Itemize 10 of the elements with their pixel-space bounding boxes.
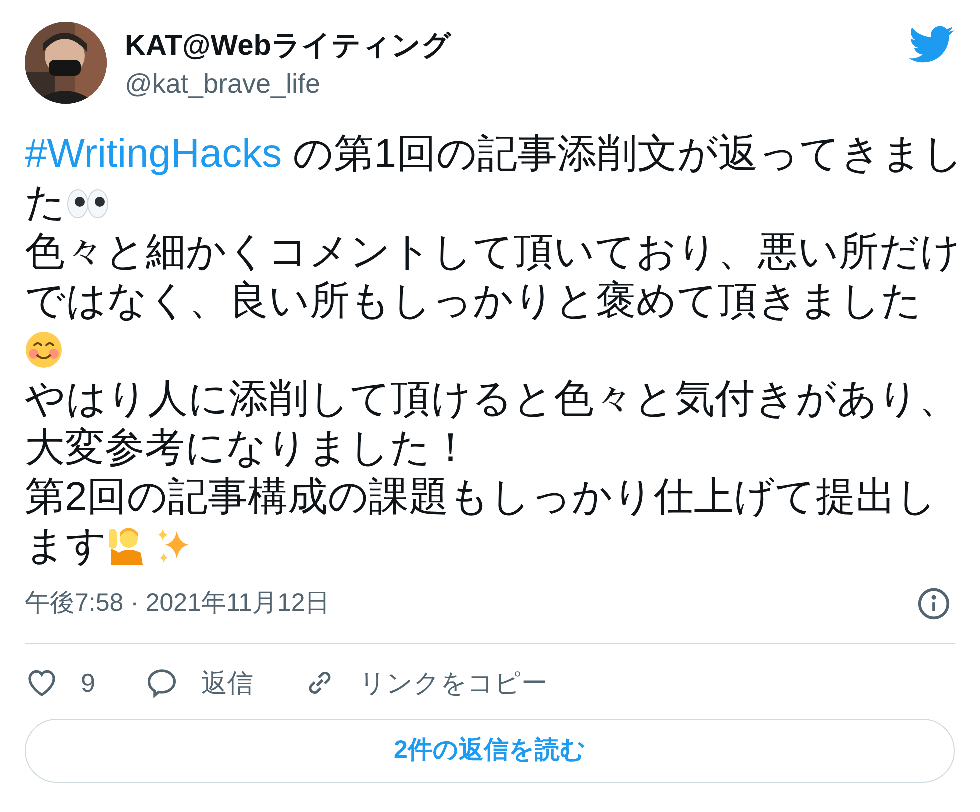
bird-icon[interactable] [909,26,955,64]
timestamp[interactable]: 午後7:58 · 2021年11月12日 [25,585,330,622]
action-label[interactable]: 返信 [201,664,254,702]
info-icon[interactable] [917,586,951,621]
action-label[interactable]: リンクをコピー [359,664,548,702]
author-name[interactable]: KAT@Webライティング [125,26,452,66]
smiley-icon [25,331,63,369]
like-count[interactable]: 9 [81,664,96,702]
tweet-text: #WritingHacks の第1回の記事添削文が返ってきまし た 色々と細かくコメントして頂いており、悪い所だけ ではなく、良い所もしっかりと褒めて頂きました やはり人に添削して頂けると色々と気付きがあり、 大変参考になりました！ 第2回の記事構成の課題もしっかり仕上げて提出し ます [25,131,955,570]
author-handle[interactable]: @kat_brave_life [125,66,452,102]
